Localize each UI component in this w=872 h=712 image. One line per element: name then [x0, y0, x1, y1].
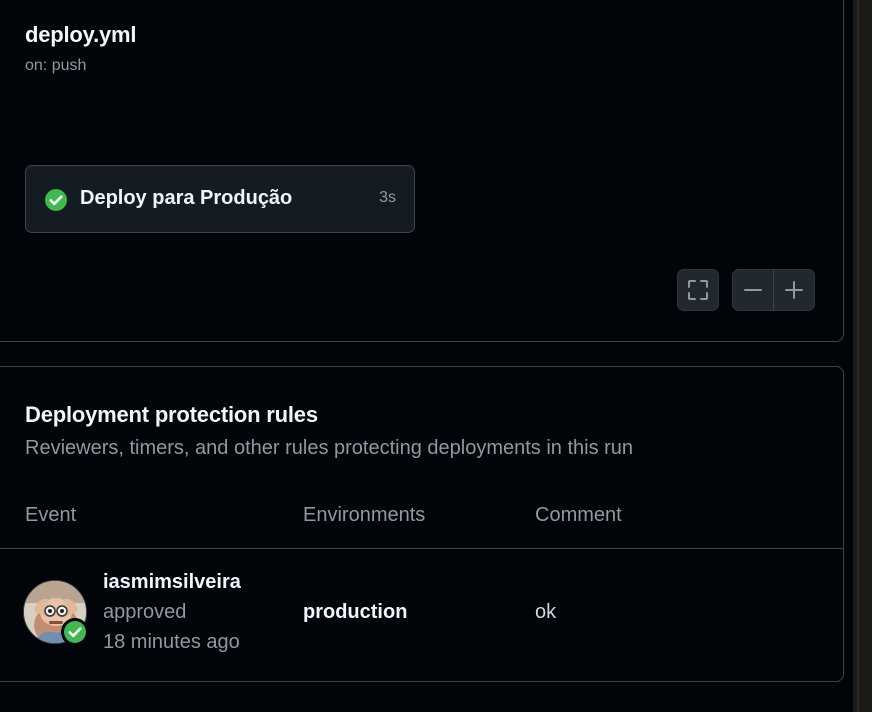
rules-title: Deployment protection rules — [25, 402, 318, 427]
zoom-in-button[interactable] — [774, 270, 814, 310]
fullscreen-icon — [688, 280, 708, 300]
column-header-comment: Comment — [535, 504, 622, 526]
deployment-protection-rules-panel: Deployment protection rules Reviewers, t… — [0, 366, 844, 682]
check-circle-icon — [64, 621, 86, 643]
environment-name: production — [303, 601, 408, 623]
window-edge — [853, 0, 872, 712]
workflow-trigger: on: push — [25, 57, 87, 74]
review-comment: ok — [535, 601, 557, 623]
check-circle-icon — [45, 189, 67, 211]
minus-icon — [744, 289, 762, 291]
review-timestamp[interactable]: 18 minutes ago — [103, 631, 240, 654]
plus-icon — [785, 281, 803, 299]
job-card-deploy[interactable]: Deploy para Produção 3s — [25, 165, 415, 233]
zoom-controls — [732, 269, 815, 311]
zoom-out-button[interactable] — [733, 270, 773, 310]
reviewer-name-link[interactable]: iasmimsilveira — [103, 571, 241, 594]
job-name: Deploy para Produção — [80, 187, 293, 209]
column-header-event: Event — [25, 504, 77, 526]
approved-badge — [61, 618, 89, 646]
rules-subtitle: Reviewers, timers, and other rules prote… — [25, 437, 634, 459]
fullscreen-button[interactable] — [677, 269, 719, 311]
review-state: approved — [103, 601, 187, 623]
workflow-graph-panel: deploy.yml on: push Deploy para Produção… — [0, 0, 844, 342]
column-header-environments: Environments — [303, 504, 426, 526]
table-divider — [0, 548, 843, 549]
workflow-title: deploy.yml — [25, 22, 137, 47]
job-duration: 3s — [379, 189, 396, 206]
